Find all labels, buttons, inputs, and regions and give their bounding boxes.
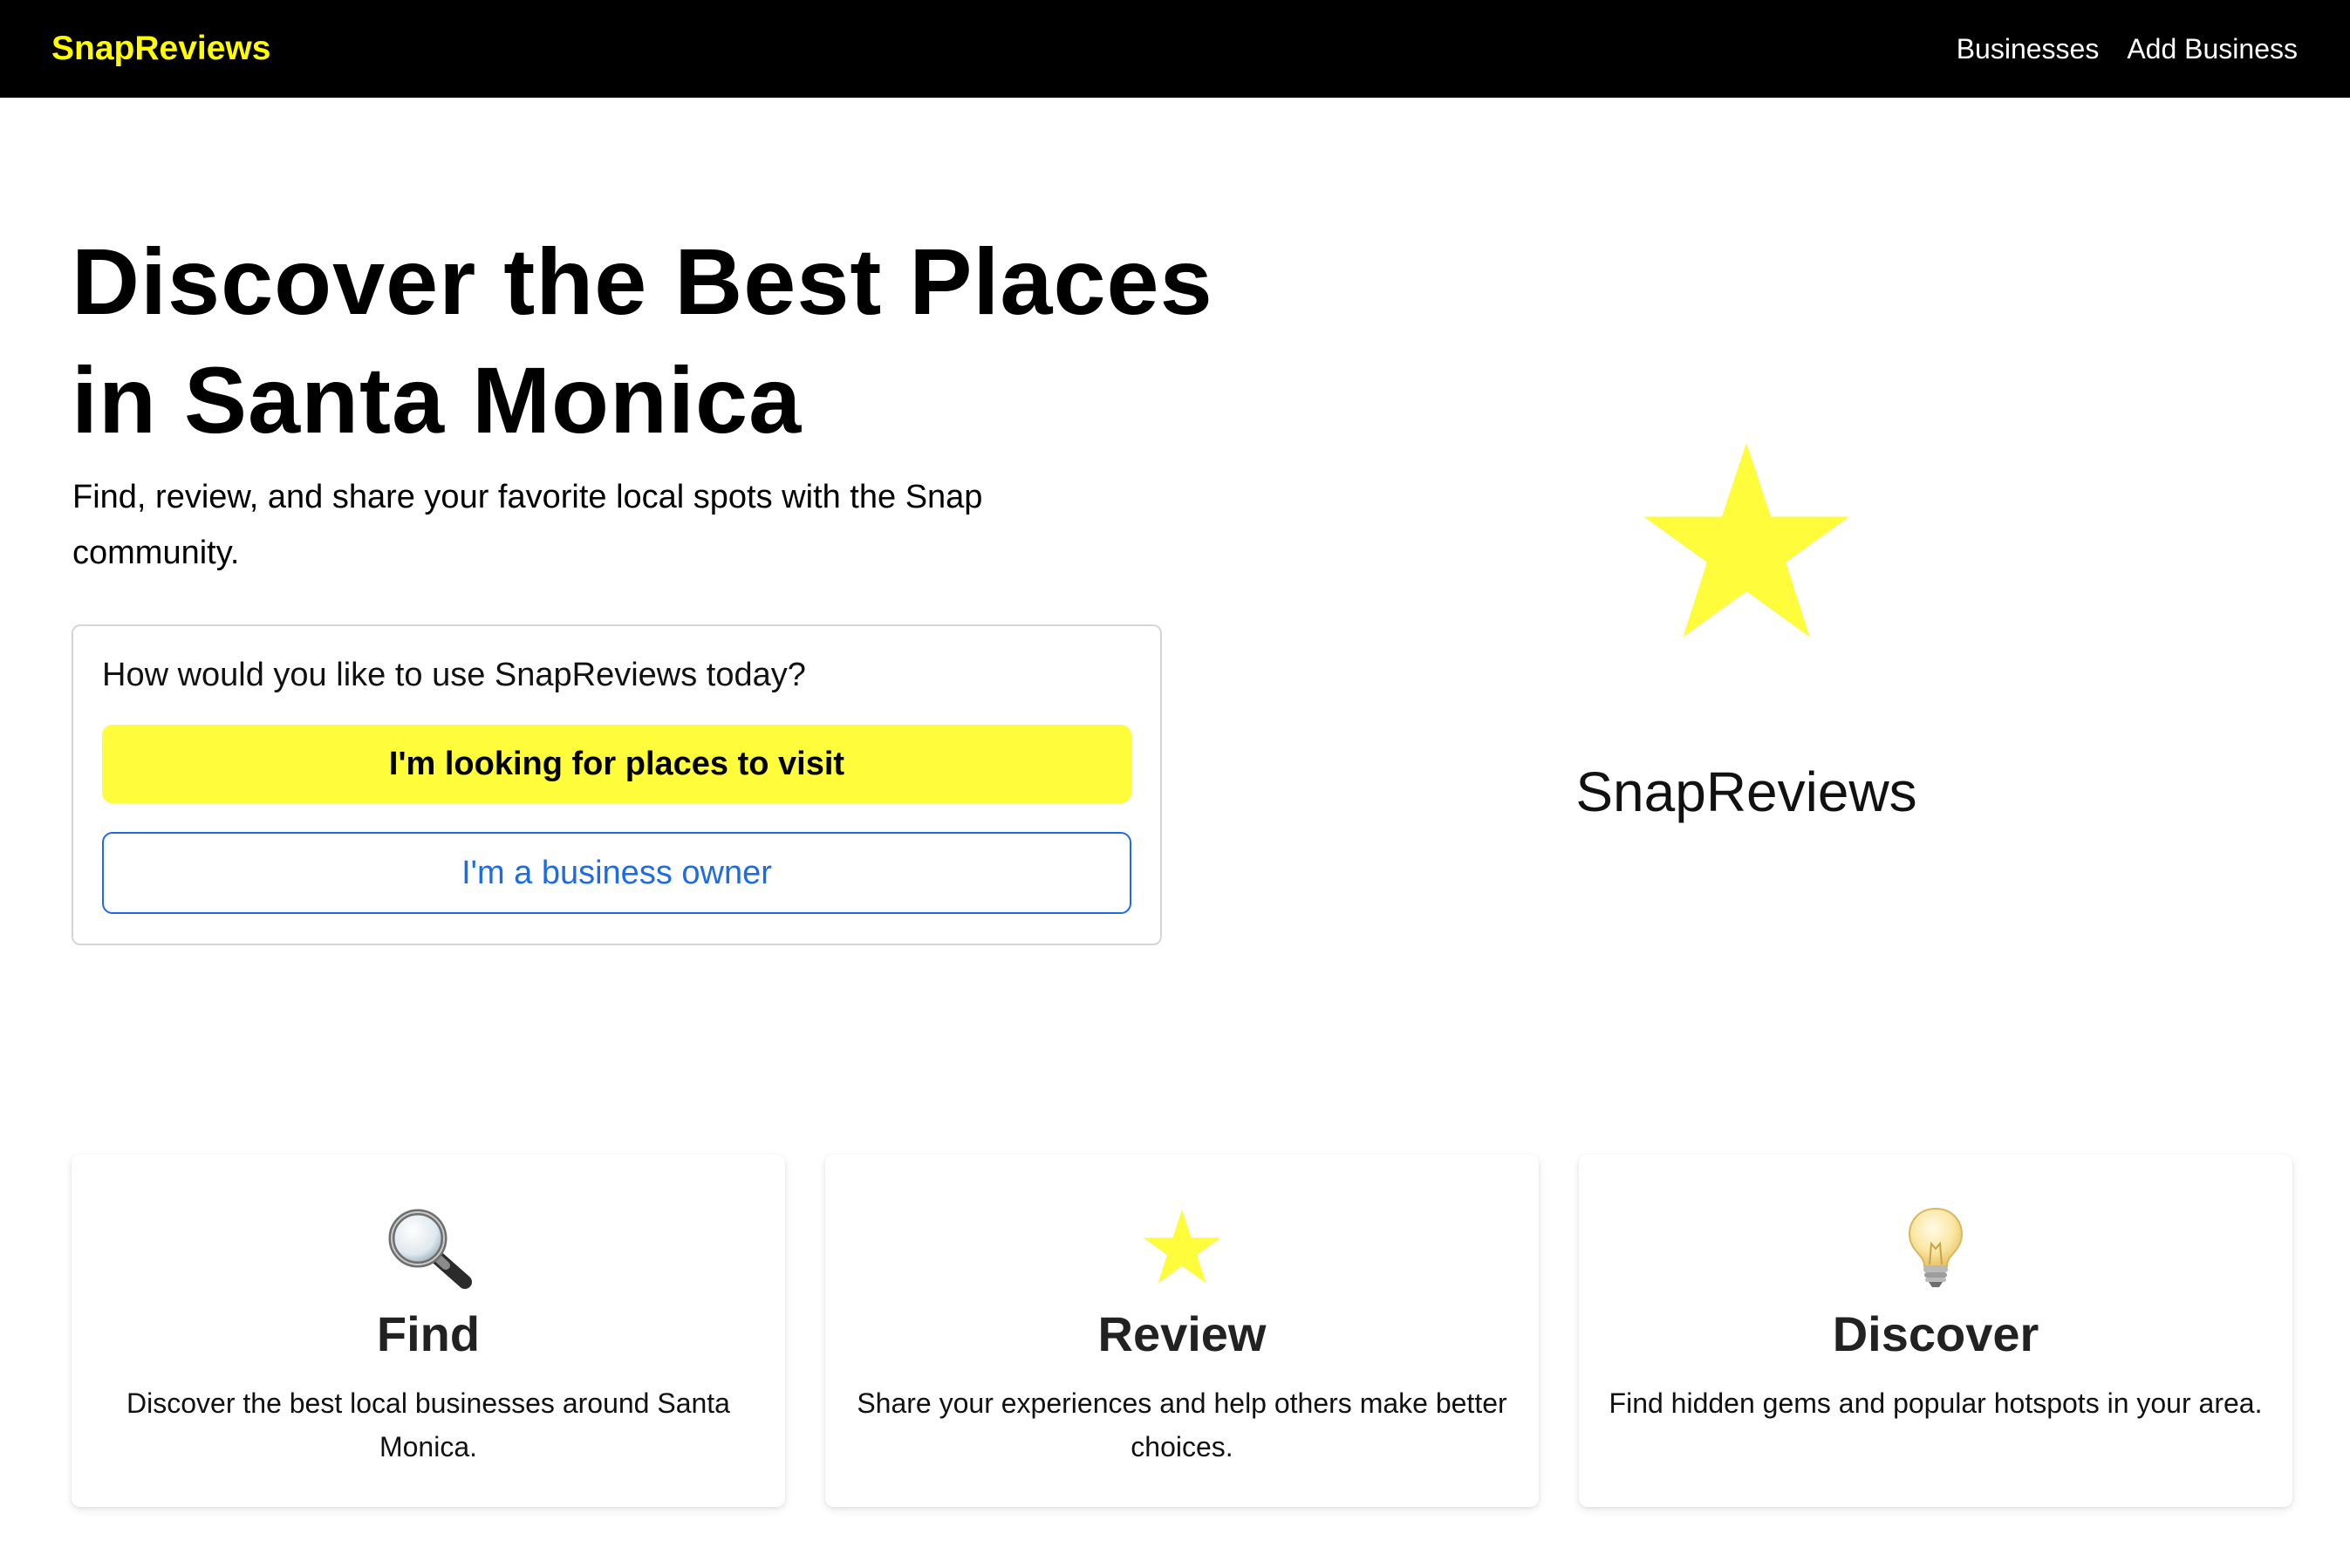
top-navbar: SnapReviews Businesses Add Business — [0, 0, 2350, 98]
feature-description: Find hidden gems and popular hotspots in… — [1609, 1387, 2263, 1419]
feature-description: Discover the best local businesses aroun… — [126, 1387, 730, 1462]
brand-logo-link[interactable]: SnapReviews — [51, 30, 270, 68]
user-type-question: How would you like to use SnapReviews to… — [102, 657, 806, 693]
showcase-brand-name: SnapReviews — [1575, 760, 1917, 823]
light-bulb-icon — [1579, 1203, 2292, 1291]
feature-title: Find — [376, 1306, 481, 1361]
nav-link-add-business[interactable]: Add Business — [2127, 33, 2298, 65]
star-icon — [1643, 443, 1849, 637]
nav-link-businesses[interactable]: Businesses — [1957, 33, 2100, 65]
magnifying-glass-icon — [72, 1203, 785, 1291]
feature-description: Share your experiences and help others m… — [857, 1387, 1507, 1462]
feature-card-review: Review Share your experiences and help o… — [825, 1155, 1539, 1507]
visitor-button[interactable]: I'm looking for places to visit — [102, 725, 1131, 803]
feature-card-discover: Discover Find hidden gems and popular ho… — [1579, 1155, 2292, 1507]
user-type-card: How would you like to use SnapReviews to… — [72, 624, 1162, 945]
hero-subtitle: Find, review, and share your favorite lo… — [72, 479, 983, 571]
feature-title: Discover — [1832, 1306, 2039, 1361]
nav-links: Businesses Add Business — [1957, 33, 2298, 65]
hero-title: Discover the Best Places in Santa Monica — [72, 228, 1213, 453]
star-icon — [825, 1203, 1539, 1291]
feature-title: Review — [1097, 1306, 1267, 1361]
business-owner-button[interactable]: I'm a business owner — [102, 832, 1131, 914]
feature-card-find: Find Discover the best local businesses … — [72, 1155, 785, 1507]
